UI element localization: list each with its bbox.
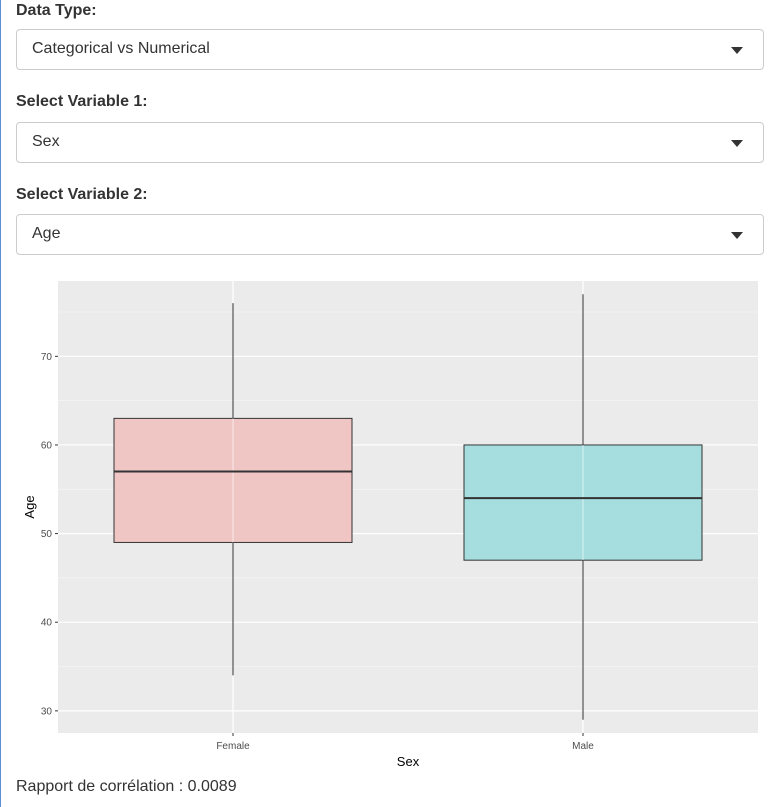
caret-down-icon[interactable] xyxy=(731,47,743,54)
y-tick-label: 60 xyxy=(41,440,53,451)
variable2-selected-value: Age xyxy=(32,225,61,242)
data-type-label: Data Type: xyxy=(16,2,97,19)
x-tick-label: Male xyxy=(572,741,594,752)
x-tick-label: Female xyxy=(216,741,250,752)
variable1-selected-value: Sex xyxy=(32,133,60,150)
variable2-label: Select Variable 2: xyxy=(16,186,148,203)
panel-left-border xyxy=(0,0,1,807)
y-tick-label: 50 xyxy=(41,529,53,540)
boxplot-chart: 30 40 50 60 70 Female Male Sex Age xyxy=(22,281,758,769)
data-type-selected-value: Categorical vs Numerical xyxy=(32,40,210,57)
caret-down-icon[interactable] xyxy=(731,140,743,147)
data-type-select[interactable]: Categorical vs Numerical xyxy=(16,29,764,70)
y-tick-label: 30 xyxy=(41,706,53,717)
y-tick-label: 40 xyxy=(41,618,53,629)
caret-down-icon[interactable] xyxy=(731,232,743,239)
variable2-select[interactable]: Age xyxy=(16,214,764,255)
y-tick-label: 70 xyxy=(41,352,53,363)
variable1-label: Select Variable 1: xyxy=(16,93,148,110)
variable1-select[interactable]: Sex xyxy=(16,122,764,163)
x-axis-title: Sex xyxy=(397,754,420,769)
y-axis-title: Age xyxy=(22,495,37,518)
correlation-ratio-text: Rapport de corrélation : 0.0089 xyxy=(16,778,237,795)
